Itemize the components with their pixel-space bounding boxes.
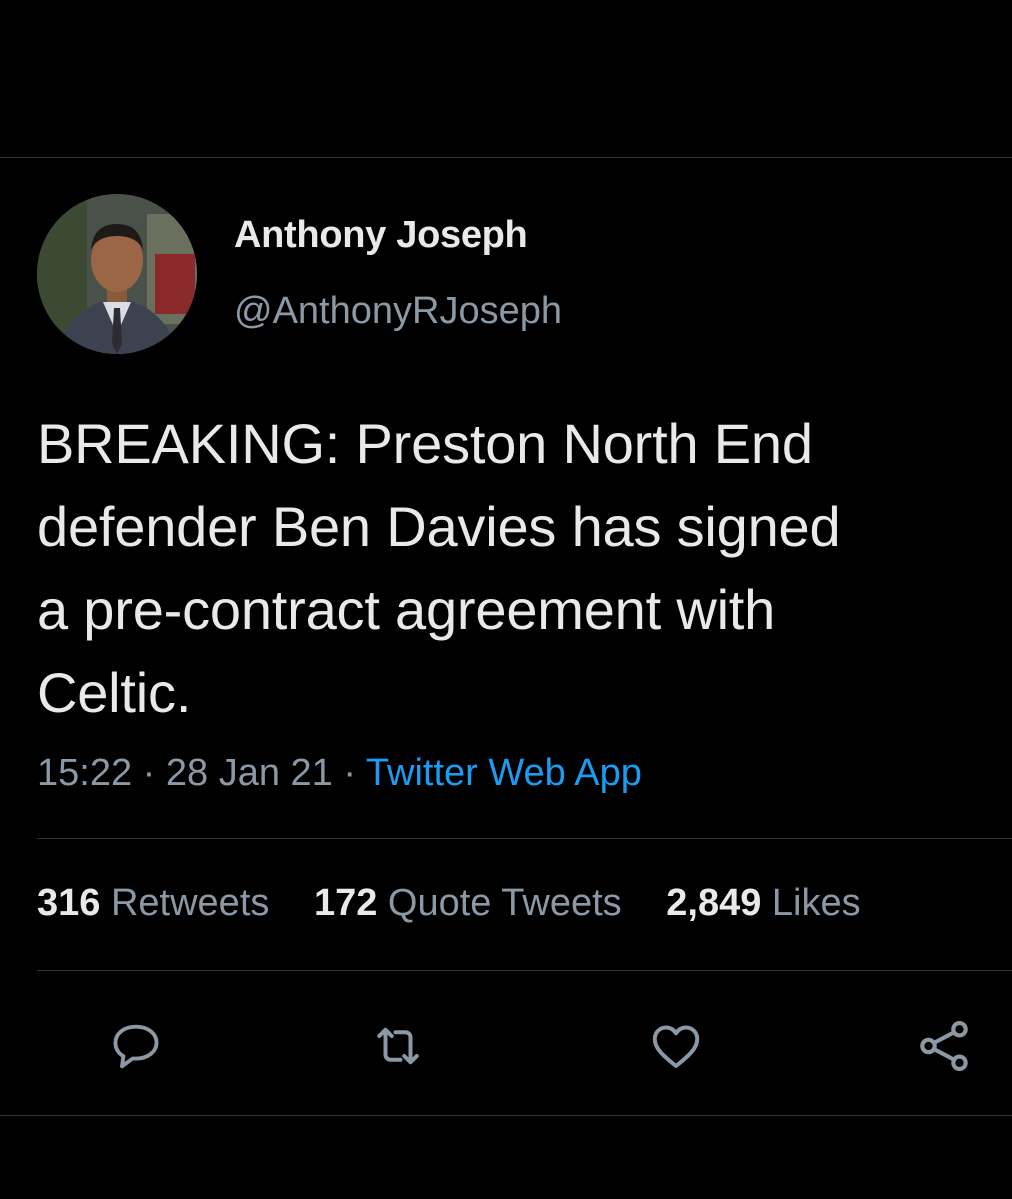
retweets-stat[interactable]: 316 Retweets — [37, 882, 269, 925]
tweet-stats: 316 Retweets 172 Quote Tweets 2,849 Like… — [37, 882, 861, 925]
likes-label: Likes — [771, 882, 861, 924]
top-divider — [0, 157, 1012, 158]
meta-divider — [37, 838, 1012, 839]
retweets-count: 316 — [37, 882, 101, 924]
tweet-text-line: Celtic. — [37, 661, 192, 724]
author-handle[interactable]: @AnthonyRJoseph — [234, 290, 562, 333]
tweet-time[interactable]: 15:22 — [37, 752, 132, 794]
share-button[interactable] — [912, 1014, 976, 1078]
avatar[interactable] — [37, 194, 197, 354]
author-display-name[interactable]: Anthony Joseph — [234, 214, 528, 257]
tweet-text: BREAKING: Preston North End defender Ben… — [37, 402, 987, 734]
stats-divider — [37, 970, 1012, 971]
likes-count: 2,849 — [666, 882, 762, 924]
actions-divider — [0, 1115, 1012, 1116]
tweet-date[interactable]: 28 Jan 21 — [166, 752, 333, 794]
like-icon — [652, 1025, 700, 1068]
retweets-label: Retweets — [110, 882, 270, 924]
meta-separator: · — [142, 752, 156, 794]
meta-separator: · — [343, 752, 357, 794]
reply-icon — [113, 1024, 159, 1069]
profile-photo-icon — [37, 194, 197, 354]
tweet-source-link[interactable]: Twitter Web App — [366, 752, 642, 794]
retweet-icon — [377, 1027, 419, 1065]
like-button[interactable] — [644, 1014, 708, 1078]
share-icon — [920, 1020, 968, 1072]
tweet-meta: 15:22 · 28 Jan 21 · Twitter Web App — [37, 752, 642, 795]
tweet-text-line: a pre-contract agreement with — [37, 578, 776, 641]
quote-tweets-stat[interactable]: 172 Quote Tweets — [314, 882, 622, 925]
likes-stat[interactable]: 2,849 Likes — [666, 882, 860, 925]
retweet-button[interactable] — [366, 1014, 430, 1078]
tweet-text-line: defender Ben Davies has signed — [37, 495, 841, 558]
quote-tweets-count: 172 — [313, 882, 378, 924]
tweet-text-line: BREAKING: Preston North End — [37, 412, 813, 475]
reply-button[interactable] — [104, 1014, 168, 1078]
quote-tweets-label: Quote Tweets — [387, 882, 622, 924]
